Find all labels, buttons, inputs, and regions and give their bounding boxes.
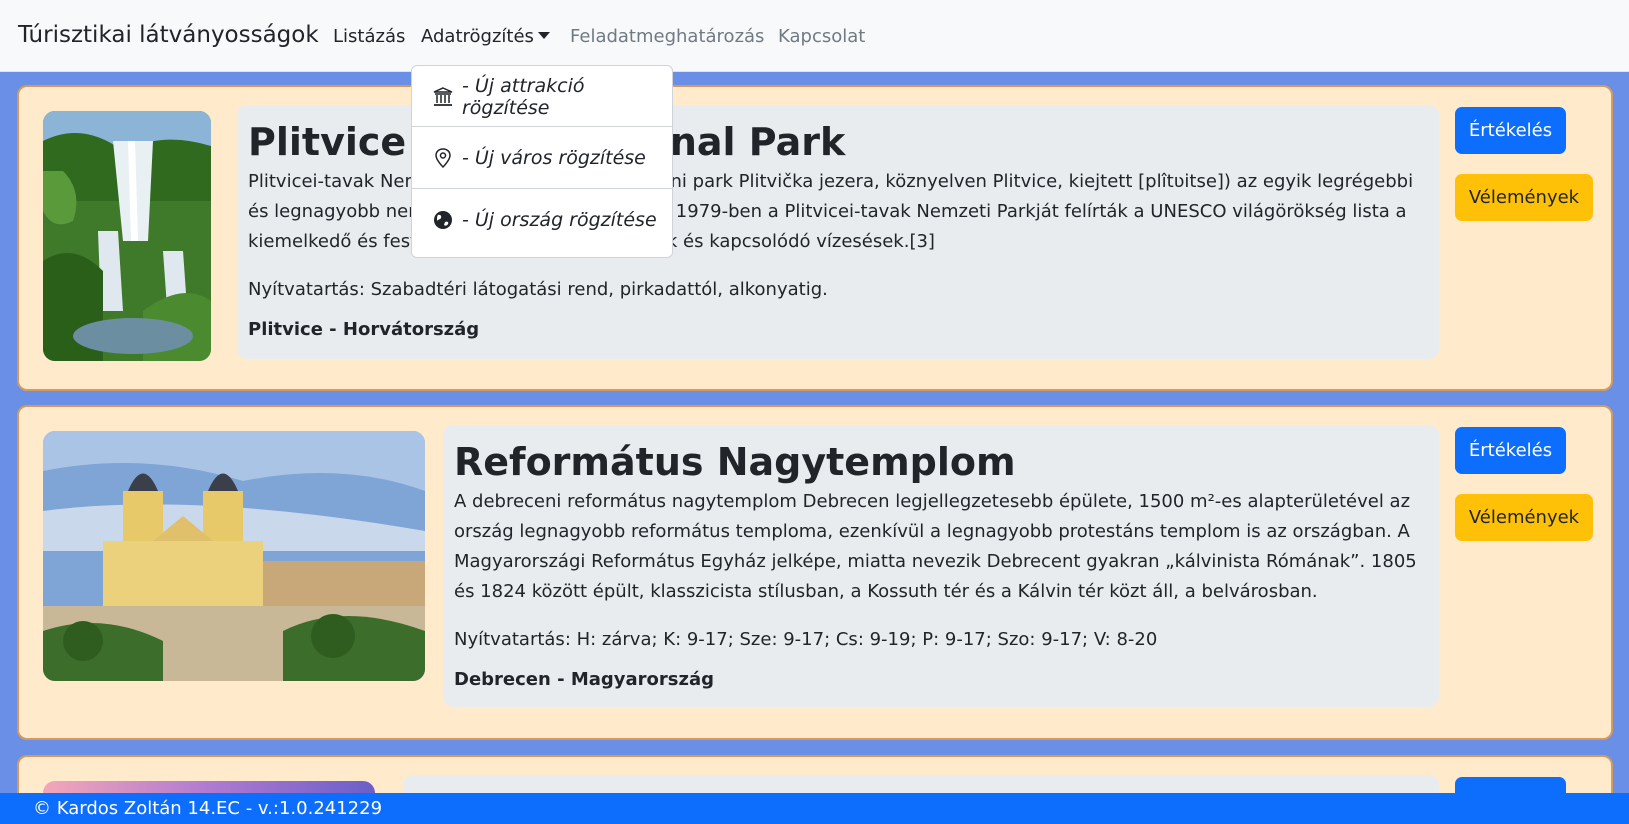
nav-link-data-entry[interactable]: Adatrögzítés: [421, 26, 550, 47]
card-body: Református Nagytemplom A debreceni refor…: [443, 425, 1439, 707]
navbar-brand[interactable]: Túrisztikai látványosságok: [18, 22, 319, 48]
globe-icon: [434, 210, 452, 229]
attraction-card: Plitvice Lakes National Park Plitvicei-t…: [17, 85, 1613, 391]
card-location: Plitvice - Horvátország: [248, 319, 480, 340]
landmark-icon: [433, 86, 453, 106]
card-description: A debreceni református nagytemplom Debre…: [454, 491, 1417, 602]
card-location: Debrecen - Magyarország: [454, 669, 714, 690]
dropdown-item-label: - Új város rögzítése: [462, 146, 646, 169]
attraction-card: Református Nagytemplom A debreceni refor…: [17, 405, 1613, 740]
navbar: Túrisztikai látványosságok Listázás Adat…: [0, 0, 1629, 72]
rate-button[interactable]: Értékelés: [1455, 107, 1566, 154]
map-pin-icon: [435, 147, 451, 168]
dropdown-item-label: - Új ország rögzítése: [462, 208, 657, 231]
waterfall-image: [43, 111, 211, 361]
nav-link-data-entry-label: Adatrögzítés: [421, 26, 534, 47]
rate-button[interactable]: Értékelés: [1455, 427, 1566, 474]
nav-link-task[interactable]: Feladatmeghatározás: [570, 26, 764, 47]
nav-link-listing[interactable]: Listázás: [333, 26, 405, 47]
card-opening-hours: Nyítvatartás: Szabadtéri látogatási rend…: [248, 279, 828, 300]
reviews-button[interactable]: Vélemények: [1455, 494, 1593, 541]
card-title: Református Nagytemplom: [454, 440, 1016, 484]
dropdown-item-new-country[interactable]: - Új ország rögzítése: [412, 189, 672, 250]
dropdown-item-label: - Új attrakció rögzítése: [462, 74, 585, 119]
dropdown-item-new-city[interactable]: - Új város rögzítése: [412, 127, 672, 188]
dropdown-item-new-attraction[interactable]: - Új attrakció rögzítése: [412, 66, 672, 127]
nav-link-contact[interactable]: Kapcsolat: [778, 26, 865, 47]
data-entry-dropdown-menu: - Új attrakció rögzítése - Új város rögz…: [411, 65, 673, 258]
church-image: [43, 431, 425, 681]
footer: © Kardos Zoltán 14.EC - v.:1.0.241229: [0, 793, 1629, 824]
reviews-button[interactable]: Vélemények: [1455, 174, 1593, 221]
card-opening-hours: Nyítvatartás: H: zárva; K: 9-17; Sze: 9-…: [454, 629, 1158, 650]
caret-down-icon: [537, 32, 550, 39]
